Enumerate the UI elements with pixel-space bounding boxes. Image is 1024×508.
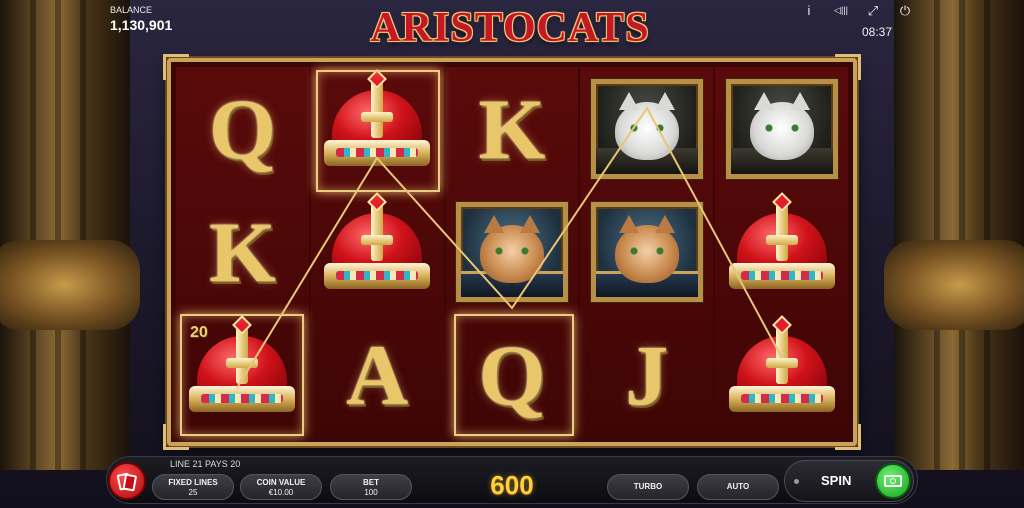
symbol-k: K [478,80,546,177]
win-highlight [454,314,574,436]
win-highlight [316,70,440,192]
reel-4-cell-1 [580,67,713,190]
coin-value-selector[interactable]: COIN VALUE €10.00 [240,474,322,500]
symbol-j: J [625,327,669,424]
white-cat-portrait-icon [725,78,838,179]
info-icon[interactable]: i [800,3,818,19]
bet-label: BET [363,478,379,487]
reel-3-cell-2 [446,190,579,313]
crown-icon [723,192,841,303]
reel-2-cell-2 [311,190,444,313]
reel-1-cell-2: K [176,190,309,313]
reel-5-cell-3 [715,314,848,437]
fixed-lines-label: FIXED LINES [168,478,218,487]
white-cat-portrait-icon [590,78,703,179]
balance-display: BALANCE 1,130,901 [110,5,172,33]
top-icons: i ◁||| ⤢ ⏻ [800,3,914,19]
auto-button[interactable]: AUTO [697,474,779,500]
reel-1-cell-1: Q [176,67,309,190]
paytable-button[interactable] [108,462,146,500]
bet-value: 100 [364,488,378,497]
reel-5-cell-1 [715,67,848,190]
fullscreen-icon[interactable]: ⤢ [864,3,882,19]
game-logo: ARISTOCATS [370,5,650,51]
symbol-k: K [208,203,276,300]
spin-button[interactable] [875,463,911,499]
reel-5-cell-2 [715,190,848,313]
spin-label: SPIN [821,473,852,488]
win-highlight [180,314,304,436]
turbo-button[interactable]: TURBO [607,474,689,500]
money-icon [884,475,902,487]
spin-control[interactable]: SPIN [784,460,914,502]
line-pays-info: LINE 21 PAYS 20 [170,459,241,469]
fixed-lines-value: 25 [188,488,198,497]
crown-icon [318,192,436,303]
reel-4-cell-3: J [580,314,713,437]
fixed-lines-display: FIXED LINES 25 [152,474,234,500]
reel-5 [715,67,848,437]
coin-value-label: COIN VALUE [256,478,306,487]
reel-4-cell-2 [580,190,713,313]
spin-indicator [794,479,799,484]
crown-icon [723,315,841,426]
symbol-q: Q [208,80,276,177]
left-pillar [0,0,140,470]
symbol-a: A [346,327,409,424]
persian-cat-portrait-icon [590,201,703,302]
win-amount: 600 [490,470,534,500]
power-icon[interactable]: ⏻ [896,3,914,19]
right-pillar [884,0,1024,470]
coin-value-value: €10.00 [268,488,294,497]
reel-4: J [580,67,714,437]
bet-selector[interactable]: BET 100 [330,474,412,500]
clock: 08:37 [861,25,892,39]
balance-value: 1,130,901 [110,17,173,33]
reel-2-cell-3: A [311,314,444,437]
persian-cat-portrait-icon [455,201,568,302]
sound-icon[interactable]: ◁||| [832,3,850,19]
game-stage: BALANCE 1,130,901 ARISTOCATS i ◁||| ⤢ ⏻ … [0,0,1024,508]
reel-3-cell-1: K [446,67,579,190]
balance-label: BALANCE [110,5,153,15]
